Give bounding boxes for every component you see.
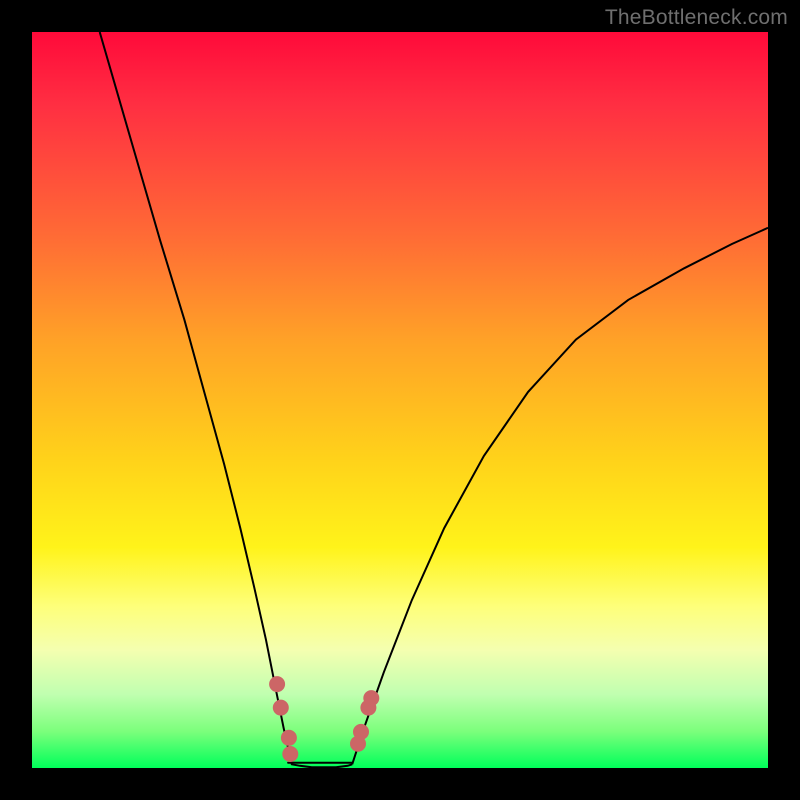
marker-dot xyxy=(281,730,296,745)
marker-dot xyxy=(283,747,298,762)
marker-dot xyxy=(273,700,288,715)
marker-dot xyxy=(354,724,369,739)
bottleneck-curve xyxy=(32,32,768,768)
curve-left-branch xyxy=(100,32,353,767)
marker-dot xyxy=(364,691,379,706)
plot-area xyxy=(32,32,768,768)
marker-dot xyxy=(270,677,285,692)
watermark: TheBottleneck.com xyxy=(605,6,788,30)
curve-markers xyxy=(270,677,379,762)
curve-right-branch xyxy=(352,228,768,765)
chart-container: TheBottleneck.com xyxy=(0,0,800,800)
